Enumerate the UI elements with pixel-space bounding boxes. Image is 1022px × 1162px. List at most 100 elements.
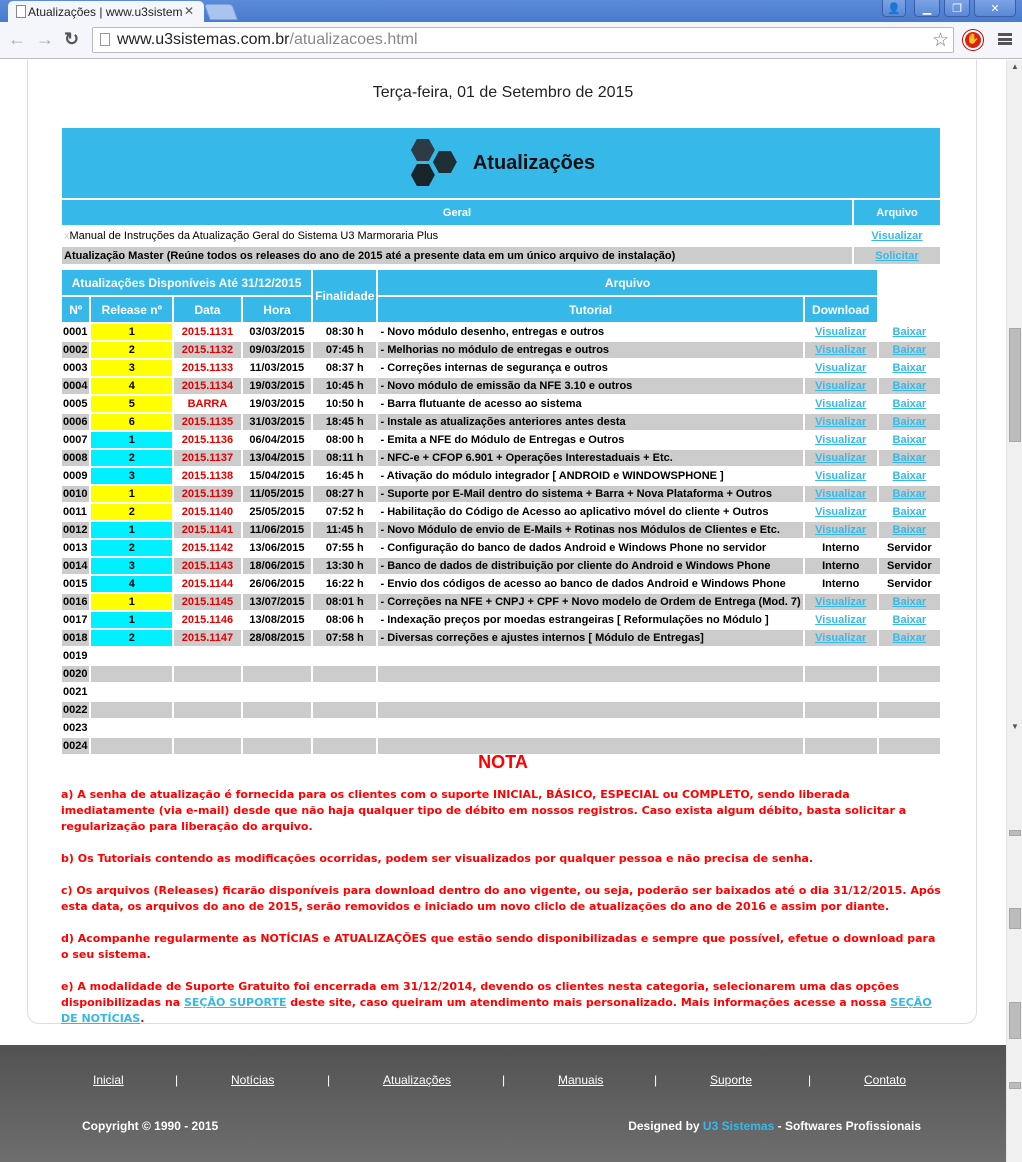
release-purpose: - Instale as atualizações anteriores ant… (378, 414, 803, 430)
sequence-badge (91, 684, 173, 700)
download-link[interactable]: Baixar (893, 452, 927, 464)
scroll-up-icon[interactable]: ▲ (1011, 62, 1019, 71)
browser-tab[interactable]: Atualizações | www.u3sistem ✕ (8, 1, 204, 23)
user-icon[interactable]: 👤 (882, 0, 906, 17)
tutorial-link[interactable]: Visualizar (815, 380, 866, 392)
download-cell: Baixar (878, 468, 940, 484)
download-link[interactable]: Baixar (893, 632, 927, 644)
separator: | (502, 1073, 506, 1087)
solicitar-link[interactable]: Solicitar (875, 250, 918, 262)
footer-link-suporte[interactable]: Suporte (710, 1073, 752, 1087)
minimize-button[interactable]: ▁ (914, 0, 940, 17)
release-purpose: - Habilitação do Código de Acesso ao apl… (378, 504, 803, 520)
scroll-thumb-secondary[interactable] (1009, 1002, 1021, 1039)
forward-icon[interactable]: → (36, 29, 54, 50)
tutorial-link[interactable]: Visualizar (815, 326, 866, 338)
download-cell: Baixar (878, 486, 940, 502)
row-number: 0008 (62, 450, 90, 466)
close-window-button[interactable]: ✕ (974, 0, 1016, 17)
tutorial-link[interactable]: Visualizar (815, 506, 866, 518)
release-number: 2015.1137 (174, 450, 241, 466)
tutorial-link[interactable]: Visualizar (815, 344, 866, 356)
table-row: 0001 1 2015.1131 03/03/2015 08:30 h- Novo mó… (62, 324, 940, 340)
scroll-down-icon[interactable]: ▼ (1011, 722, 1019, 731)
row-number: 0018 (62, 630, 90, 646)
tutorial-link[interactable]: Visualizar (815, 416, 866, 428)
download-link[interactable]: Baixar (893, 326, 927, 338)
tutorial-link[interactable]: Visualizar (815, 596, 866, 608)
tutorial-link[interactable]: Visualizar (815, 398, 866, 410)
tutorial-link[interactable]: Visualizar (815, 614, 866, 626)
table-row: 0009 3 2015.1138 15/04/2015 16:45 h- Ativaçã… (62, 468, 940, 484)
release-date: 25/05/2015 (242, 504, 312, 520)
download-cell: Baixar (878, 360, 940, 376)
row-number: 0006 (62, 414, 90, 430)
adblock-icon[interactable]: ✋ (963, 30, 983, 50)
release-date: 13/08/2015 (242, 612, 312, 628)
page-viewport: Terça-feira, 01 de Setembro de 2015 Atua… (0, 60, 1006, 1162)
address-bar[interactable]: www.u3sistemas.com.br/atualizacoes.html … (92, 27, 954, 53)
scroll-thumb-secondary[interactable] (1009, 908, 1021, 929)
menu-icon[interactable] (998, 33, 1012, 45)
download-cell: Servidor (878, 558, 940, 574)
reload-icon[interactable]: ↻ (64, 29, 79, 50)
download-link[interactable]: Baixar (893, 434, 927, 446)
release-purpose: - Indexação preços por moedas estrangeir… (378, 612, 803, 628)
footer-link-noticias[interactable]: Notícias (231, 1073, 274, 1087)
hexagon-logo-icon (407, 137, 463, 189)
tutorial-cell: Visualizar (804, 630, 877, 646)
visualizar-link[interactable]: Visualizar (871, 230, 922, 242)
tutorial-link[interactable]: Visualizar (815, 488, 866, 500)
release-date: 28/08/2015 (242, 630, 312, 646)
tutorial-link[interactable]: Visualizar (815, 524, 866, 536)
footer-link-atualizacoes[interactable]: Atualizações (383, 1073, 451, 1087)
tutorial-link[interactable]: Visualizar (815, 434, 866, 446)
download-link[interactable]: Baixar (893, 488, 927, 500)
download-link[interactable]: Baixar (893, 596, 927, 608)
release-number: 2015.1141 (174, 522, 241, 538)
footer-link-inicial[interactable]: Inicial (93, 1073, 124, 1087)
page-scrollbar[interactable]: ▲ ▼ (1006, 60, 1022, 1162)
scroll-thumb-secondary[interactable] (1009, 830, 1021, 836)
tutorial-cell: Visualizar (804, 396, 877, 412)
footer-link-manuais[interactable]: Manuais (558, 1073, 603, 1087)
download-link[interactable]: Baixar (893, 506, 927, 518)
footer-link-contato[interactable]: Contato (864, 1073, 906, 1087)
download-link[interactable]: Baixar (893, 344, 927, 356)
bookmark-star-icon[interactable]: ☆ (932, 29, 949, 52)
geral-row-text: xManual de Instruções da Atualização Ger… (62, 227, 852, 245)
table-row: 0018 2 2015.1147 28/08/2015 07:58 h- Diversa… (62, 630, 940, 646)
available-header: Atualizações Disponíveis Até 31/12/2015 (62, 270, 312, 295)
tutorial-link[interactable]: Visualizar (815, 452, 866, 464)
sequence-badge: 5 (91, 396, 173, 412)
release-number: 2015.1146 (174, 612, 241, 628)
release-purpose: - Novo módulo de emissão da NFE 3.10 e o… (378, 378, 803, 394)
brand-link[interactable]: U3 Sistemas (703, 1119, 774, 1133)
download-cell: Baixar (878, 630, 940, 646)
restore-button[interactable]: ❐ (944, 0, 970, 17)
secao-suporte-link[interactable]: SEÇÃO SUPORTE (184, 996, 286, 1009)
download-link[interactable]: Baixar (893, 380, 927, 392)
download-link[interactable]: Baixar (893, 470, 927, 482)
table-row: 0011 2 2015.1140 25/05/2015 07:52 h- Habilit… (62, 504, 940, 520)
download-link[interactable]: Baixar (893, 614, 927, 626)
tutorial-link[interactable]: Visualizar (815, 632, 866, 644)
scroll-thumb-secondary[interactable] (1009, 1082, 1021, 1089)
download-link[interactable]: Baixar (893, 398, 927, 410)
download-link[interactable]: Baixar (893, 524, 927, 536)
tutorial-cell (804, 702, 877, 718)
tutorial-cell: Visualizar (804, 594, 877, 610)
close-tab-icon[interactable]: ✕ (184, 4, 194, 18)
download-link[interactable]: Baixar (893, 362, 927, 374)
download-cell: Baixar (878, 378, 940, 394)
tutorial-link[interactable]: Visualizar (815, 470, 866, 482)
release-time: 13:30 h (313, 558, 377, 574)
scroll-thumb[interactable] (1009, 328, 1021, 442)
download-link[interactable]: Baixar (893, 416, 927, 428)
data-header: Data (174, 297, 241, 322)
tutorial-link[interactable]: Visualizar (815, 362, 866, 374)
new-tab-button[interactable] (204, 4, 238, 20)
tutorial-cell: Interno (804, 558, 877, 574)
back-icon[interactable]: ← (8, 29, 26, 50)
row-number: 0017 (62, 612, 90, 628)
